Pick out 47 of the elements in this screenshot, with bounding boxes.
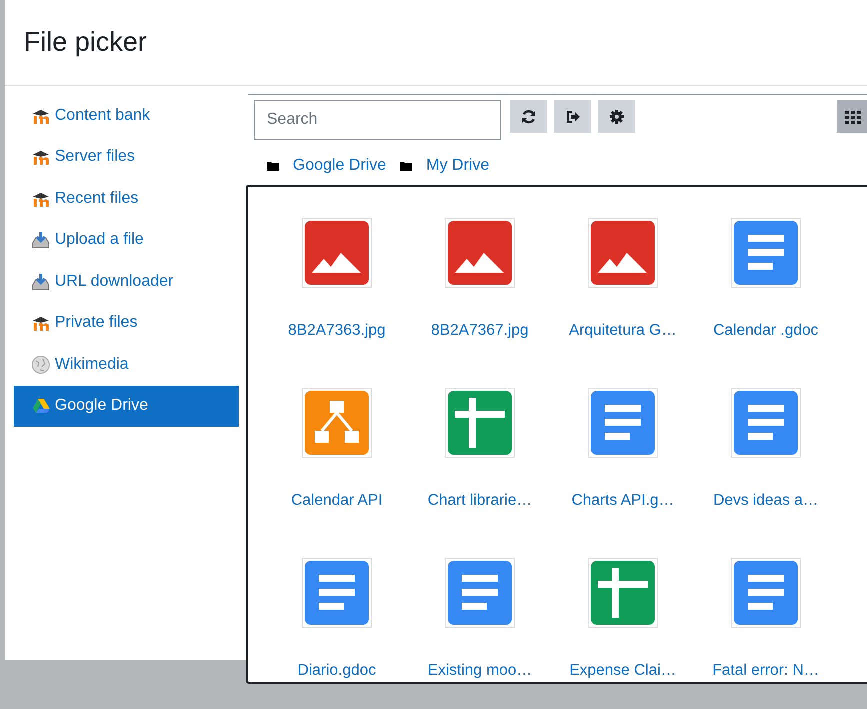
sidebar-item[interactable]: URL downloader: [14, 261, 239, 302]
document-file-icon: [734, 561, 798, 625]
file-name[interactable]: Charts API.g…: [572, 492, 674, 510]
image-file-icon: [305, 221, 369, 285]
image-file-icon: [591, 221, 655, 285]
download-tray-icon: [31, 230, 51, 250]
sidebar-item[interactable]: Upload a file: [14, 220, 239, 261]
file-name[interactable]: Fatal error: N…: [712, 662, 820, 680]
sidebar-item[interactable]: Content bank: [14, 95, 239, 136]
file-name[interactable]: Chart librarie…: [428, 492, 532, 510]
diagram-file-icon: [305, 391, 369, 455]
spreadsheet-file-icon: [448, 391, 512, 455]
grid-view-button[interactable]: [837, 100, 867, 133]
exit-arrow-icon: [564, 108, 580, 124]
file-name[interactable]: Existing moo…: [428, 662, 532, 680]
document-file-icon: [305, 561, 369, 625]
sidebar-item[interactable]: Wikimedia: [14, 344, 239, 386]
sidebar-item[interactable]: Server files: [14, 136, 239, 178]
download-tray-icon: [31, 272, 51, 292]
globe-icon: [31, 354, 51, 375]
search-field[interactable]: Search: [254, 100, 501, 140]
image-file-icon: [448, 221, 512, 285]
file-name[interactable]: Arquitetura G…: [569, 322, 677, 340]
file-name[interactable]: 8B2A7363.jpg: [288, 322, 386, 340]
breadcrumb-link[interactable]: My Drive: [426, 156, 490, 174]
file-name[interactable]: Calendar API: [291, 492, 383, 510]
sidebar-item[interactable]: Recent files: [14, 178, 239, 220]
file-name[interactable]: Expense Clai…: [570, 662, 676, 680]
sidebar-item[interactable]: Google Drive: [14, 386, 239, 427]
document-file-icon: [448, 561, 512, 625]
file-name[interactable]: Calendar .gdoc: [713, 322, 819, 340]
document-file-icon: [591, 391, 655, 455]
sidebar-item[interactable]: Private files: [14, 302, 239, 344]
file-name[interactable]: Diario.gdoc: [298, 662, 376, 680]
document-file-icon: [734, 221, 798, 285]
breadcrumb-link[interactable]: Google Drive: [293, 156, 386, 174]
document-file-icon: [734, 391, 798, 455]
dialog-title: File picker: [24, 27, 148, 58]
settings-icon: [608, 108, 624, 124]
settings-button[interactable]: [598, 100, 635, 133]
file-name[interactable]: 8B2A7367.jpg: [431, 322, 529, 340]
refresh-icon: [520, 108, 536, 124]
grid-icon: [845, 108, 861, 124]
refresh-button[interactable]: [510, 100, 547, 133]
file-name[interactable]: Devs ideas a…: [713, 492, 819, 510]
spreadsheet-file-icon: [591, 561, 655, 625]
logout-button[interactable]: [554, 100, 591, 133]
